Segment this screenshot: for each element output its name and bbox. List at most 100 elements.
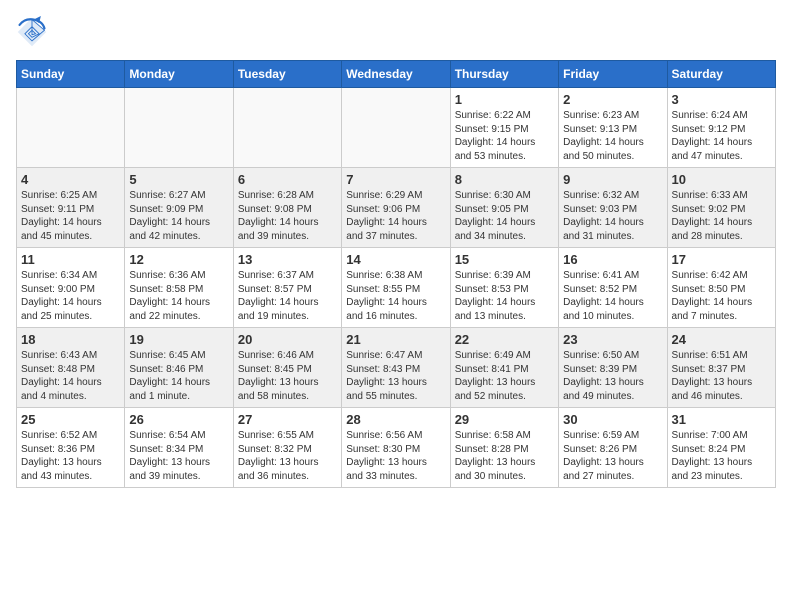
day-info: Sunrise: 6:50 AM Sunset: 8:39 PM Dayligh… <box>563 349 662 403</box>
day-number: 9 <box>563 172 662 187</box>
day-info: Sunrise: 6:28 AM Sunset: 9:08 PM Dayligh… <box>238 189 337 243</box>
day-number: 14 <box>346 252 445 267</box>
day-info: Sunrise: 6:27 AM Sunset: 9:09 PM Dayligh… <box>129 189 228 243</box>
calendar-cell: 20 Sunrise: 6:46 AM Sunset: 8:45 PM Dayli… <box>233 328 341 408</box>
day-number: 20 <box>238 332 337 347</box>
calendar-week-4: 18 Sunrise: 6:43 AM Sunset: 8:48 PM Dayli… <box>17 328 776 408</box>
calendar-cell <box>342 88 450 168</box>
day-number: 18 <box>21 332 120 347</box>
calendar-cell: 22Sunrise: 6:49 AM Sunset: 8:41 PM Dayli… <box>450 328 558 408</box>
day-number: 10 <box>672 172 771 187</box>
page-header <box>16 16 776 48</box>
day-info: Sunrise: 6:22 AM Sunset: 9:15 PM Dayligh… <box>455 109 554 163</box>
day-number: 1 <box>455 92 554 107</box>
day-info: Sunrise: 6:47 AM Sunset: 8:43 PM Dayligh… <box>346 349 445 403</box>
calendar-cell: 24 Sunrise: 6:51 AM Sunset: 8:37 PM Dayli… <box>667 328 775 408</box>
calendar-cell: 1 Sunrise: 6:22 AM Sunset: 9:15 PM Daylig… <box>450 88 558 168</box>
calendar-cell: 26 Sunrise: 6:54 AM Sunset: 8:34 PM Dayli… <box>125 408 233 488</box>
day-number: 16 <box>563 252 662 267</box>
day-info: Sunrise: 6:52 AM Sunset: 8:36 PM Dayligh… <box>21 429 120 483</box>
day-info: Sunrise: 6:43 AM Sunset: 8:48 PM Dayligh… <box>21 349 120 403</box>
day-number: 23 <box>563 332 662 347</box>
calendar-cell: 15Sunrise: 6:39 AM Sunset: 8:53 PM Dayli… <box>450 248 558 328</box>
calendar-cell: 25 Sunrise: 6:52 AM Sunset: 8:36 PM Dayli… <box>17 408 125 488</box>
calendar-cell: 13 Sunrise: 6:37 AM Sunset: 8:57 PM Dayli… <box>233 248 341 328</box>
day-header-friday: Friday <box>559 61 667 88</box>
calendar-cell: 17 Sunrise: 6:42 AM Sunset: 8:50 PM Dayli… <box>667 248 775 328</box>
calendar-cell: 18 Sunrise: 6:43 AM Sunset: 8:48 PM Dayli… <box>17 328 125 408</box>
day-header-saturday: Saturday <box>667 61 775 88</box>
calendar-week-3: 11Sunrise: 6:34 AM Sunset: 9:00 PM Dayli… <box>17 248 776 328</box>
calendar-cell: 14 Sunrise: 6:38 AM Sunset: 8:55 PM Dayli… <box>342 248 450 328</box>
day-info: Sunrise: 6:45 AM Sunset: 8:46 PM Dayligh… <box>129 349 228 403</box>
calendar-cell: 10 Sunrise: 6:33 AM Sunset: 9:02 PM Dayli… <box>667 168 775 248</box>
day-number: 3 <box>672 92 771 107</box>
day-header-tuesday: Tuesday <box>233 61 341 88</box>
day-info: Sunrise: 6:41 AM Sunset: 8:52 PM Dayligh… <box>563 269 662 323</box>
day-info: Sunrise: 6:59 AM Sunset: 8:26 PM Dayligh… <box>563 429 662 483</box>
day-info: Sunrise: 6:33 AM Sunset: 9:02 PM Dayligh… <box>672 189 771 243</box>
calendar-cell: 28Sunrise: 6:56 AM Sunset: 8:30 PM Dayli… <box>342 408 450 488</box>
day-info: Sunrise: 6:37 AM Sunset: 8:57 PM Dayligh… <box>238 269 337 323</box>
day-header-thursday: Thursday <box>450 61 558 88</box>
day-number: 24 <box>672 332 771 347</box>
day-info: Sunrise: 6:42 AM Sunset: 8:50 PM Dayligh… <box>672 269 771 323</box>
day-info: Sunrise: 6:39 AM Sunset: 8:53 PM Dayligh… <box>455 269 554 323</box>
calendar-cell <box>233 88 341 168</box>
day-info: Sunrise: 6:51 AM Sunset: 8:37 PM Dayligh… <box>672 349 771 403</box>
day-header-sunday: Sunday <box>17 61 125 88</box>
calendar-week-5: 25 Sunrise: 6:52 AM Sunset: 8:36 PM Dayli… <box>17 408 776 488</box>
calendar-week-2: 4 Sunrise: 6:25 AM Sunset: 9:11 PM Daylig… <box>17 168 776 248</box>
day-info: Sunrise: 7:00 AM Sunset: 8:24 PM Dayligh… <box>672 429 771 483</box>
day-info: Sunrise: 6:38 AM Sunset: 8:55 PM Dayligh… <box>346 269 445 323</box>
calendar-cell: 11Sunrise: 6:34 AM Sunset: 9:00 PM Dayli… <box>17 248 125 328</box>
day-info: Sunrise: 6:36 AM Sunset: 8:58 PM Dayligh… <box>129 269 228 323</box>
day-number: 8 <box>455 172 554 187</box>
day-info: Sunrise: 6:58 AM Sunset: 8:28 PM Dayligh… <box>455 429 554 483</box>
day-info: Sunrise: 6:24 AM Sunset: 9:12 PM Dayligh… <box>672 109 771 163</box>
day-info: Sunrise: 6:25 AM Sunset: 9:11 PM Dayligh… <box>21 189 120 243</box>
day-number: 31 <box>672 412 771 427</box>
calendar-cell: 6Sunrise: 6:28 AM Sunset: 9:08 PM Daylig… <box>233 168 341 248</box>
calendar-cell: 8 Sunrise: 6:30 AM Sunset: 9:05 PM Daylig… <box>450 168 558 248</box>
day-info: Sunrise: 6:34 AM Sunset: 9:00 PM Dayligh… <box>21 269 120 323</box>
day-number: 5 <box>129 172 228 187</box>
day-info: Sunrise: 6:46 AM Sunset: 8:45 PM Dayligh… <box>238 349 337 403</box>
calendar-cell: 7 Sunrise: 6:29 AM Sunset: 9:06 PM Daylig… <box>342 168 450 248</box>
calendar-header-row: SundayMondayTuesdayWednesdayThursdayFrid… <box>17 61 776 88</box>
calendar-table: SundayMondayTuesdayWednesdayThursdayFrid… <box>16 60 776 488</box>
day-number: 26 <box>129 412 228 427</box>
day-info: Sunrise: 6:54 AM Sunset: 8:34 PM Dayligh… <box>129 429 228 483</box>
logo-icon <box>16 16 48 48</box>
calendar-cell: 31 Sunrise: 7:00 AM Sunset: 8:24 PM Dayli… <box>667 408 775 488</box>
day-number: 28 <box>346 412 445 427</box>
day-number: 19 <box>129 332 228 347</box>
day-number: 4 <box>21 172 120 187</box>
calendar-cell: 27 Sunrise: 6:55 AM Sunset: 8:32 PM Dayli… <box>233 408 341 488</box>
calendar-cell: 3 Sunrise: 6:24 AM Sunset: 9:12 PM Daylig… <box>667 88 775 168</box>
day-number: 7 <box>346 172 445 187</box>
calendar-cell: 9Sunrise: 6:32 AM Sunset: 9:03 PM Daylig… <box>559 168 667 248</box>
day-header-wednesday: Wednesday <box>342 61 450 88</box>
day-number: 2 <box>563 92 662 107</box>
calendar-cell: 2Sunrise: 6:23 AM Sunset: 9:13 PM Daylig… <box>559 88 667 168</box>
day-header-monday: Monday <box>125 61 233 88</box>
calendar-cell: 5 Sunrise: 6:27 AM Sunset: 9:09 PM Daylig… <box>125 168 233 248</box>
day-info: Sunrise: 6:55 AM Sunset: 8:32 PM Dayligh… <box>238 429 337 483</box>
day-number: 25 <box>21 412 120 427</box>
day-number: 30 <box>563 412 662 427</box>
day-info: Sunrise: 6:30 AM Sunset: 9:05 PM Dayligh… <box>455 189 554 243</box>
day-number: 27 <box>238 412 337 427</box>
day-number: 12 <box>129 252 228 267</box>
calendar-cell <box>17 88 125 168</box>
calendar-cell: 19 Sunrise: 6:45 AM Sunset: 8:46 PM Dayli… <box>125 328 233 408</box>
logo <box>16 16 52 48</box>
calendar-cell <box>125 88 233 168</box>
day-info: Sunrise: 6:49 AM Sunset: 8:41 PM Dayligh… <box>455 349 554 403</box>
calendar-cell: 12 Sunrise: 6:36 AM Sunset: 8:58 PM Dayli… <box>125 248 233 328</box>
day-number: 21 <box>346 332 445 347</box>
day-number: 17 <box>672 252 771 267</box>
day-number: 13 <box>238 252 337 267</box>
calendar-cell: 16 Sunrise: 6:41 AM Sunset: 8:52 PM Dayli… <box>559 248 667 328</box>
day-info: Sunrise: 6:29 AM Sunset: 9:06 PM Dayligh… <box>346 189 445 243</box>
